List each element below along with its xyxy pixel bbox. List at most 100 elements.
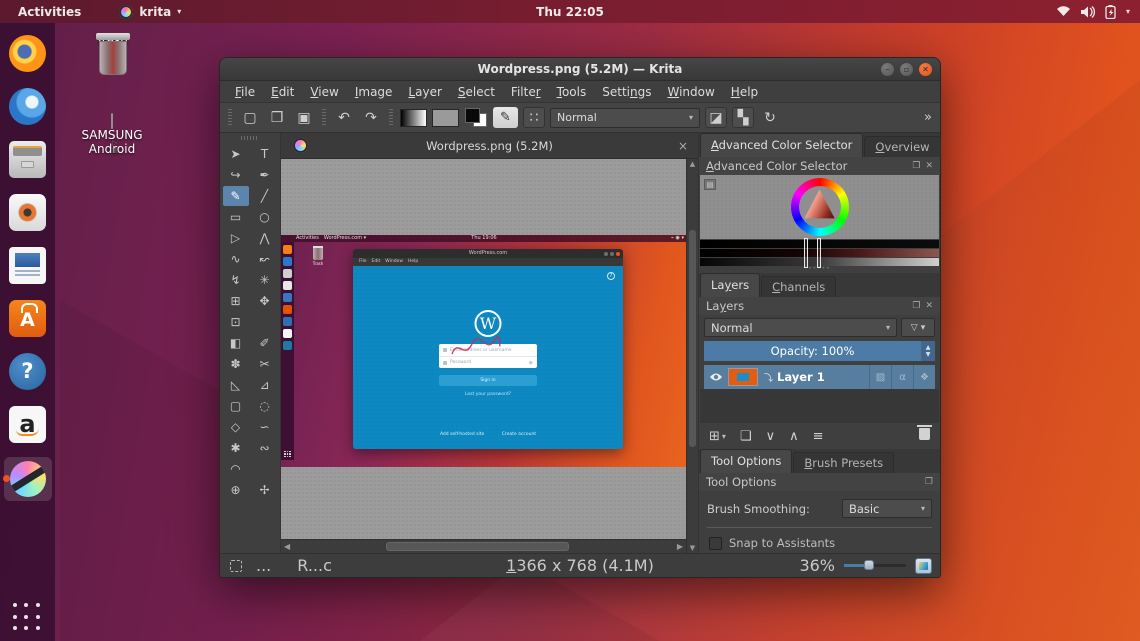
scroll-down-icon[interactable]: ▼ (687, 544, 698, 552)
line-tool[interactable]: ╱ (252, 186, 278, 206)
gradient-tool[interactable]: ◧ (223, 333, 249, 353)
tab-overview[interactable]: Overview (864, 136, 940, 157)
redo-button[interactable]: ↷ (360, 107, 382, 128)
color-docker-header[interactable]: Advanced Color Selector ❐ ✕ (699, 157, 940, 175)
tool-options-docker-header[interactable]: Tool Options ❐ (699, 473, 940, 491)
layer-name[interactable]: Layer 1 (777, 370, 825, 384)
tab-tool-options[interactable]: Tool Options (700, 449, 792, 473)
color-sampler-tool[interactable]: ✐ (252, 333, 278, 353)
help-icon[interactable]: ? (8, 351, 48, 391)
amazon-icon[interactable]: a (8, 404, 48, 444)
scroll-right-icon[interactable]: ▶ (677, 542, 683, 551)
brush-editor-button[interactable]: ✎ (493, 107, 518, 128)
menu-settings[interactable]: Settings (595, 83, 658, 101)
firefox-icon[interactable] (8, 33, 48, 73)
close-docker-icon[interactable]: ✕ (925, 301, 933, 311)
toolbar-overflow-button[interactable]: » (924, 110, 934, 125)
menu-filter[interactable]: Filter (504, 83, 548, 101)
reload-original-button[interactable]: ↻ (759, 107, 781, 128)
samsung-device-icon[interactable]: SAMSUNG Android (77, 114, 147, 156)
show-applications-button[interactable] (13, 603, 43, 633)
tab-channels[interactable]: Channels (761, 276, 836, 297)
float-docker-icon[interactable]: ❐ (912, 301, 920, 311)
foreground-background-colors[interactable] (464, 107, 488, 128)
layer-filter-button[interactable]: ▽ ▾ (901, 318, 935, 337)
zoom-slider-knob[interactable] (864, 560, 874, 570)
canvas-only-mode-icon[interactable] (915, 558, 932, 574)
inherit-alpha-icon[interactable]: α (891, 365, 913, 389)
text-tool[interactable]: T (252, 144, 278, 164)
close-button[interactable]: ✕ (919, 63, 932, 76)
scroll-up-icon[interactable]: ▲ (687, 160, 698, 168)
color-sliders[interactable] (700, 240, 939, 267)
scroll-left-icon[interactable]: ◀ (284, 542, 290, 551)
gradient-swatch[interactable] (400, 109, 427, 127)
selector-settings-icon[interactable]: ▤ (704, 179, 716, 190)
color-selector-area[interactable]: ▤ (700, 175, 939, 239)
move-layer-up-button[interactable]: ∧ (789, 429, 799, 444)
window-title-bar[interactable]: Wordpress.png (5.2M) — Krita ‒ ▫ ✕ (220, 58, 940, 81)
polyline-tool[interactable]: ⋀ (252, 228, 278, 248)
multibrush-tool[interactable]: ✳ (252, 270, 278, 290)
magnetic-select-tool[interactable]: ◠ (223, 459, 249, 479)
opacity-slider[interactable]: Opacity: 100% (704, 341, 921, 361)
menu-select[interactable]: Select (451, 83, 502, 101)
bezier-curve-tool[interactable]: ∿ (223, 249, 249, 269)
layer-blend-mode-dropdown[interactable]: Normal ▾ (704, 318, 897, 337)
menu-layer[interactable]: Layer (401, 83, 448, 101)
thunderbird-icon[interactable] (8, 86, 48, 126)
eraser-mode-button[interactable]: ◪ (705, 107, 727, 128)
tool-spacer[interactable] (252, 459, 278, 479)
libreoffice-writer-icon[interactable] (8, 245, 48, 285)
vertical-scroll-thumb[interactable] (689, 230, 696, 447)
blend-mode-dropdown[interactable]: Normal ▾ (550, 108, 700, 128)
layer-properties-button[interactable]: ≡ (813, 429, 824, 444)
new-document-button[interactable]: ▢ (239, 107, 261, 128)
canvas-horizontal-scrollbar[interactable]: ◀ ▶ (281, 539, 686, 553)
save-button[interactable]: ▣ (293, 107, 315, 128)
undo-button[interactable]: ↶ (333, 107, 355, 128)
menu-image[interactable]: Image (348, 83, 400, 101)
palette-grip[interactable] (241, 136, 259, 140)
polygon-select-tool[interactable]: ◇ (223, 417, 249, 437)
snap-to-assistants-checkbox[interactable] (709, 537, 722, 550)
move-layer-down-button[interactable]: ∨ (766, 429, 776, 444)
freehand-brush-tool[interactable]: ✎ (223, 186, 249, 206)
rectangle-tool[interactable]: ▭ (223, 207, 249, 227)
tab-layers[interactable]: Layers (700, 273, 760, 297)
menu-edit[interactable]: Edit (264, 83, 301, 101)
system-tray[interactable]: ▾ (1056, 0, 1130, 23)
opacity-control[interactable]: Opacity: 100% ▲▼ (704, 341, 935, 361)
slider-handle[interactable] (804, 238, 808, 268)
preserve-alpha-button[interactable]: ▚ (732, 107, 754, 128)
select-shapes-tool[interactable]: ➤ (223, 144, 249, 164)
alpha-lock-icon[interactable]: ❖ (913, 365, 935, 389)
menu-file[interactable]: File (228, 83, 262, 101)
layers-docker-header[interactable]: Layers ❐ ✕ (699, 297, 940, 315)
ubuntu-software-icon[interactable] (8, 298, 48, 338)
layer-thumbnail[interactable] (728, 368, 758, 386)
pattern-swatch[interactable] (432, 109, 459, 127)
delete-layer-button[interactable] (919, 428, 930, 444)
freehand-path-tool[interactable]: ↜ (252, 249, 278, 269)
toolbar-grip[interactable] (228, 109, 232, 127)
polygon-tool[interactable]: ▷ (223, 228, 249, 248)
slider-handle[interactable] (817, 238, 821, 268)
close-docker-icon[interactable]: ✕ (925, 161, 933, 171)
tab-brush-presets[interactable]: Brush Presets (793, 452, 894, 473)
duplicate-layer-button[interactable]: ❏ (740, 429, 752, 444)
tab-advanced-color-selector[interactable]: Advanced Color Selector (700, 133, 863, 157)
close-document-icon[interactable]: × (678, 139, 688, 153)
horizontal-scroll-thumb[interactable] (386, 542, 568, 551)
ellipse-tool[interactable]: ○ (252, 207, 278, 227)
menu-view[interactable]: View (303, 83, 345, 101)
add-layer-button[interactable]: ⊞ ▾ (709, 429, 726, 444)
zoom-tool[interactable]: ⊕ (223, 480, 249, 500)
ellipse-select-tool[interactable]: ◌ (252, 396, 278, 416)
layer-visibility-toggle[interactable] (704, 372, 728, 382)
assistants-tool[interactable]: ◺ (223, 375, 249, 395)
files-icon[interactable] (8, 139, 48, 179)
similar-color-select-tool[interactable]: ✱ (223, 438, 249, 458)
menu-help[interactable]: Help (724, 83, 765, 101)
layer-lock-icon[interactable]: ▨ (869, 365, 891, 389)
